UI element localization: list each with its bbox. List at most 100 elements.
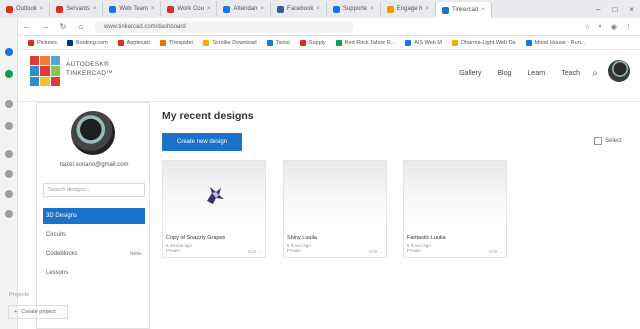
back-icon[interactable]: ← <box>22 22 32 31</box>
bookmark-item[interactable]: Dharma-Light Web Da <box>451 39 516 46</box>
nav-learn[interactable]: Learn <box>527 70 545 77</box>
bookmark-item[interactable]: AIS Web M <box>405 39 442 46</box>
tab-favicon-icon <box>332 5 340 13</box>
select-toggle[interactable]: Select <box>594 137 622 145</box>
design-thumbnail[interactable] <box>163 161 265 229</box>
design-name: Fantastic Luulia <box>407 235 446 241</box>
close-icon[interactable]: × <box>207 6 211 12</box>
bookmark-icon <box>405 39 412 46</box>
bookmark-item[interactable]: Scrolite Download <box>203 39 257 46</box>
close-icon[interactable]: × <box>151 6 155 12</box>
design-name: Shiny Luulia <box>287 235 317 241</box>
browser-tab[interactable]: Servants × <box>50 2 104 16</box>
tab-favicon-icon <box>223 5 231 13</box>
menu-icon[interactable]: ⋮ <box>625 23 632 31</box>
create-new-design-button[interactable]: Create new design <box>162 133 242 151</box>
bookmarks-bar: Pictures Booking.com Applecart Thespider… <box>18 36 640 50</box>
bookmark-icon <box>266 39 273 46</box>
forward-icon[interactable]: → <box>40 22 50 31</box>
bookmark-item[interactable]: Red Rock Tahoe R... <box>335 39 395 46</box>
browser-tab-active[interactable]: Tinkercad × <box>436 2 492 18</box>
bookmark-item[interactable]: Applecart <box>117 39 150 46</box>
tinkercad-logo[interactable] <box>30 56 60 86</box>
bookmark-item[interactable]: Supply <box>299 39 326 46</box>
search-icon[interactable]: ⌕ <box>592 68 598 79</box>
user-email: hazel.soriano@gmail.com <box>59 162 129 168</box>
design-meta: 5 hours ago Private <box>287 243 311 253</box>
bookmark-item[interactable]: Pictures <box>28 39 57 46</box>
design-actions[interactable]: Edit ... <box>489 249 502 254</box>
nav-teach[interactable]: Teach <box>561 70 580 77</box>
browser-tab[interactable]: Facebook × <box>271 2 327 16</box>
bookmark-item[interactable]: Mood House - Run... <box>525 39 585 46</box>
close-icon[interactable]: × <box>316 6 320 12</box>
tab-favicon-icon <box>442 6 449 14</box>
star-icon[interactable]: ☆ <box>584 23 590 31</box>
design-card[interactable]: Copy of Snazzly Grapes a minute ago Priva… <box>162 160 266 258</box>
design-card[interactable]: Fantastic Luulia 5 hours ago Private Edit… <box>403 160 507 258</box>
app-icon[interactable] <box>5 122 13 130</box>
reload-icon[interactable]: ↻ <box>58 22 68 31</box>
user-avatar[interactable] <box>608 60 630 82</box>
app-icon[interactable] <box>5 210 13 218</box>
app-icon[interactable] <box>5 150 13 158</box>
logo-cell <box>30 76 40 86</box>
url-input[interactable]: www.tinkercad.com/dashboard <box>94 20 354 33</box>
home-icon[interactable]: ⌂ <box>76 22 86 31</box>
extension-icon[interactable]: ◐ <box>599 23 603 31</box>
app-icon[interactable] <box>5 190 13 198</box>
logo-cell <box>50 76 60 86</box>
page-title: My recent designs <box>162 110 254 122</box>
app-icon[interactable] <box>5 100 13 108</box>
address-bar: ← → ↻ ⌂ www.tinkercad.com/dashboard ☆ ◐ … <box>18 18 640 36</box>
bookmark-icon <box>203 39 210 46</box>
maximize-icon[interactable]: □ <box>612 5 617 14</box>
site-header: AUTODESK® TINKERCAD™ Gallery Blog Learn … <box>18 50 640 102</box>
bookmark-item[interactable]: Booking.com <box>66 39 108 46</box>
tab-favicon-icon <box>386 5 394 13</box>
extension-icon[interactable]: ◉ <box>611 23 617 31</box>
create-project-button[interactable]: + Create project <box>8 305 68 319</box>
tab-favicon-icon <box>6 5 13 13</box>
browser-tab[interactable]: Work Cou × <box>161 2 218 16</box>
design-actions[interactable]: Edit ... <box>248 249 261 254</box>
profile-avatar[interactable] <box>71 111 115 155</box>
bookmark-icon <box>451 39 458 46</box>
close-icon[interactable]: × <box>481 7 485 13</box>
window-close-icon[interactable]: × <box>629 5 634 14</box>
close-icon[interactable]: × <box>93 6 97 12</box>
close-icon[interactable]: × <box>40 6 44 12</box>
sidebar-item-codeblocks[interactable]: Codeblocks beta <box>43 246 145 262</box>
sidebar-item-circuits[interactable]: Circuits <box>43 227 145 243</box>
bookmark-item[interactable]: Tsotsi <box>266 39 290 46</box>
design-model-icon <box>207 187 224 204</box>
checkbox-icon[interactable] <box>594 137 602 145</box>
search-designs-input[interactable]: Search designs... <box>43 183 145 197</box>
app-icon[interactable] <box>5 48 13 56</box>
design-thumbnail[interactable] <box>284 161 386 229</box>
browser-tab[interactable]: Outlook × <box>0 2 51 16</box>
bookmark-item[interactable]: Thespider <box>159 39 193 46</box>
tab-favicon-icon <box>167 5 175 13</box>
design-actions[interactable]: Edit ... <box>369 249 382 254</box>
app-icon[interactable] <box>5 70 13 78</box>
sidebar-item-lessons[interactable]: Lessons <box>43 265 145 281</box>
nav-gallery[interactable]: Gallery <box>459 70 481 77</box>
nav-blog[interactable]: Blog <box>497 70 511 77</box>
logo-cell <box>30 56 40 66</box>
app-icon[interactable] <box>5 170 13 178</box>
logo-cell <box>40 66 50 76</box>
browser-tab[interactable]: Engage h × <box>381 2 436 16</box>
browser-tab[interactable]: Web Team × <box>103 2 162 16</box>
minimize-icon[interactable]: – <box>596 5 600 14</box>
browser-tab[interactable]: Attendan × <box>217 2 272 16</box>
close-icon[interactable]: × <box>261 6 265 12</box>
close-icon[interactable]: × <box>425 6 429 12</box>
design-card[interactable]: Shiny Luulia 5 hours ago Private Edit ... <box>283 160 387 258</box>
sidebar: hazel.soriano@gmail.com Search designs..… <box>36 102 150 329</box>
sidebar-item-3d-designs[interactable]: 3D Designs <box>43 208 145 224</box>
design-thumbnail[interactable] <box>404 161 506 229</box>
browser-tab[interactable]: Supporte × <box>327 2 381 16</box>
extensions-area: ☆ ◐ ◉ ⋮ <box>584 23 640 31</box>
close-icon[interactable]: × <box>370 6 374 12</box>
